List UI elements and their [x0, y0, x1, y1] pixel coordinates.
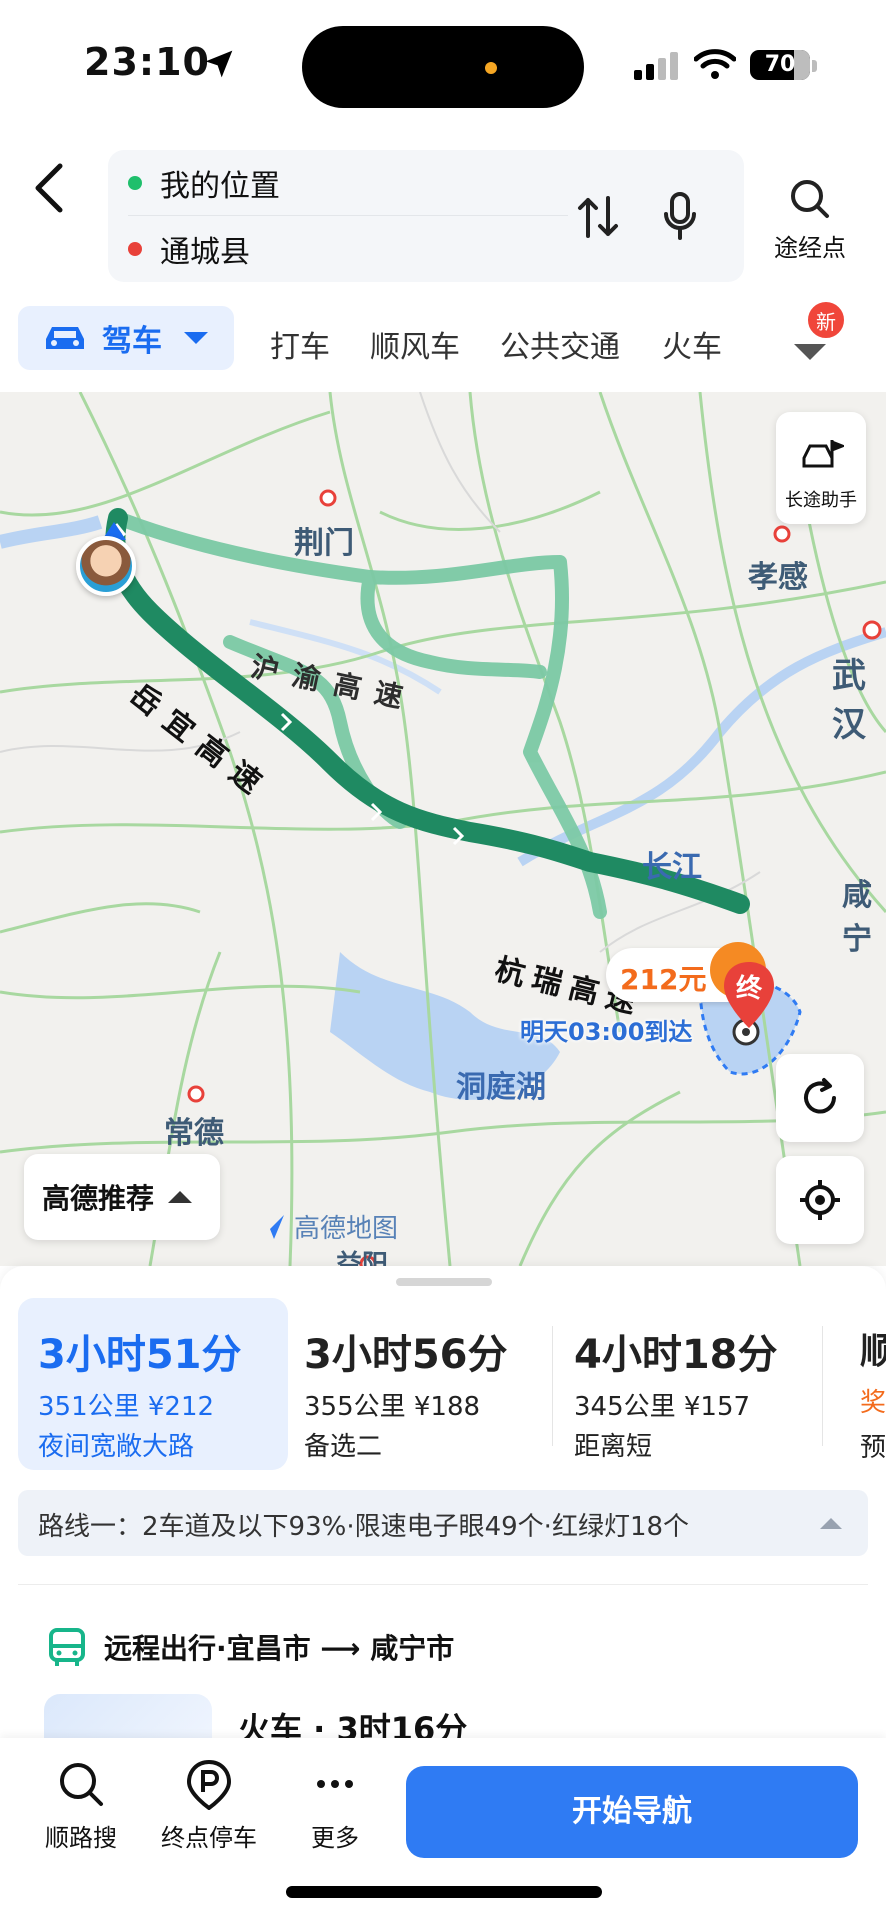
map-canvas: [0, 392, 886, 1266]
route-option-tag: 距离短: [574, 1432, 653, 1462]
dynamic-island: [302, 26, 584, 108]
route-option-4-tag: 预: [860, 1433, 886, 1463]
map-label-xianning: 咸宁: [842, 878, 872, 957]
route-summary-text: 路线一：2车道及以下93%·限速电子眼49个·红绿灯18个: [38, 1512, 690, 1542]
route-preference-button[interactable]: 高德推荐: [24, 1154, 220, 1240]
amap-logo: 高德地图: [256, 1208, 398, 1245]
map-label-dongtinghu: 洞庭湖: [456, 1070, 546, 1105]
microphone-icon[interactable]: [660, 190, 700, 242]
expand-up-icon: [168, 1191, 193, 1203]
route-option-meta: 355公里 ¥188: [304, 1392, 481, 1422]
refresh-button[interactable]: [776, 1054, 864, 1142]
waypoint-button[interactable]: 途经点: [762, 176, 858, 263]
status-bar: 23:10 70: [0, 0, 886, 120]
more-label: 更多: [311, 1824, 359, 1852]
origin-dot: [128, 175, 142, 190]
amap-logo-text: 高德地图: [294, 1214, 399, 1244]
map-view[interactable]: 荆门 孝感 武汉 长江 咸宁 常德 洞庭湖 益阳 沪渝高速 岳宜高速 杭瑞高速 …: [0, 392, 886, 1266]
collapse-up-icon: [820, 1518, 842, 1529]
amap-logo-icon: [260, 1214, 284, 1239]
route-option-time: 4小时18分: [574, 1332, 778, 1378]
tab-drive-label: 驾车: [102, 324, 162, 359]
arrival-time: 明天03:00到达: [520, 1018, 693, 1046]
more-dots-icon: [317, 1780, 353, 1788]
destination-dot: [128, 242, 142, 256]
map-label-changjiang: 长江: [642, 850, 702, 885]
origin-text: 我的位置: [160, 168, 280, 204]
battery-tip: [812, 60, 817, 72]
tab-public-transit[interactable]: 公共交通: [500, 322, 620, 366]
expand-triangle-icon: [794, 344, 826, 360]
route-option-4-partial[interactable]: 顺 奖 预: [860, 1322, 886, 1464]
route-option-2[interactable]: 3小时56分 355公里 ¥188 备选二: [284, 1298, 554, 1470]
route-option-divider: [822, 1326, 823, 1446]
map-label-jingmen: 荆门: [294, 526, 354, 561]
destination-field[interactable]: 通城县: [128, 216, 568, 282]
route-summary[interactable]: 路线一：2车道及以下93%·限速电子眼49个·红绿灯18个: [18, 1490, 868, 1556]
bus-icon: [49, 1628, 85, 1666]
route-option-meta: 345公里 ¥157: [574, 1392, 751, 1422]
route-option-divider: [552, 1326, 553, 1446]
route-option-1[interactable]: 3小时51分 351公里 ¥212 夜间宽敞大路: [18, 1298, 288, 1470]
map-label-xiaogan: 孝感: [748, 560, 808, 595]
location-arrow-icon: [205, 50, 233, 78]
dropdown-caret-icon: [184, 332, 208, 344]
search-icon: [791, 180, 829, 218]
start-navigation-button[interactable]: 开始导航: [406, 1766, 858, 1858]
more-button[interactable]: 更多: [280, 1758, 390, 1853]
map-label-changde: 常德: [164, 1116, 224, 1151]
avatar[interactable]: [76, 536, 136, 596]
long-trip-assistant-button[interactable]: 长途助手: [776, 412, 866, 524]
back-chevron-icon[interactable]: [30, 160, 70, 216]
bottom-action-bar: 顺路搜 终点停车 更多 开始导航: [0, 1738, 886, 1920]
route-input-box: 我的位置 通城县: [108, 150, 744, 282]
search-icon: [60, 1763, 103, 1806]
search-along-label: 顺路搜: [45, 1824, 117, 1852]
route-preference-label: 高德推荐: [42, 1182, 155, 1215]
sheet-handle[interactable]: [396, 1278, 492, 1286]
route-option-4-title: 顺: [860, 1331, 886, 1372]
home-indicator: [286, 1886, 602, 1898]
toll-price: 212元: [620, 963, 707, 996]
map-label-yiyang: 益阳: [336, 1250, 389, 1266]
clock: 23:10: [84, 40, 210, 84]
route-option-4-badge: 奖: [860, 1388, 886, 1418]
transport-mode-tabs: 驾车 打车 顺风车 公共交通 火车: [0, 300, 886, 380]
tab-taxi[interactable]: 打车: [270, 322, 330, 366]
origin-field[interactable]: 我的位置: [128, 150, 568, 216]
route-option-tag: 夜间宽敞大路: [38, 1432, 195, 1462]
divider: [18, 1584, 868, 1585]
destination-pin-icon: [724, 962, 774, 1028]
car-flag-icon: [802, 440, 844, 468]
tab-drive[interactable]: 驾车: [18, 306, 234, 370]
destination-parking-button[interactable]: 终点停车: [154, 1758, 264, 1853]
destination-parking-label: 终点停车: [161, 1824, 257, 1852]
swap-icon[interactable]: [576, 194, 620, 240]
river-west: [0, 515, 103, 549]
route-option-tag: 备选二: [304, 1432, 383, 1462]
cellular-signal-icon: [634, 52, 678, 80]
remote-trip-label: 远程出行·宜昌市 ⟶ 咸宁市: [104, 1632, 455, 1665]
tab-carpool[interactable]: 顺风车: [370, 322, 460, 366]
new-badge: 新: [806, 300, 846, 340]
route-option-time: 3小时51分: [38, 1332, 242, 1378]
refresh-icon: [804, 1078, 836, 1114]
locate-me-button[interactable]: [776, 1156, 864, 1244]
wifi-icon: [694, 49, 736, 79]
search-along-button[interactable]: 顺路搜: [26, 1758, 136, 1853]
map-label-wuhan: 武汉: [832, 656, 866, 745]
destination-text: 通城县: [160, 235, 250, 270]
crosshair-icon: [800, 1180, 840, 1220]
car-icon: [46, 327, 84, 349]
waypoint-label: 途经点: [774, 234, 846, 262]
route-option-3[interactable]: 4小时18分 345公里 ¥157 距离短: [554, 1298, 824, 1470]
route-option-time: 3小时56分: [304, 1332, 508, 1378]
remote-trip-header: 远程出行·宜昌市 ⟶ 咸宁市: [46, 1626, 454, 1668]
long-trip-label: 长途助手: [785, 490, 857, 511]
route-option-meta: 351公里 ¥212: [38, 1392, 215, 1422]
parking-pin-icon: [186, 1759, 232, 1810]
battery-indicator: 70: [750, 50, 810, 80]
tab-train[interactable]: 火车: [662, 322, 722, 366]
